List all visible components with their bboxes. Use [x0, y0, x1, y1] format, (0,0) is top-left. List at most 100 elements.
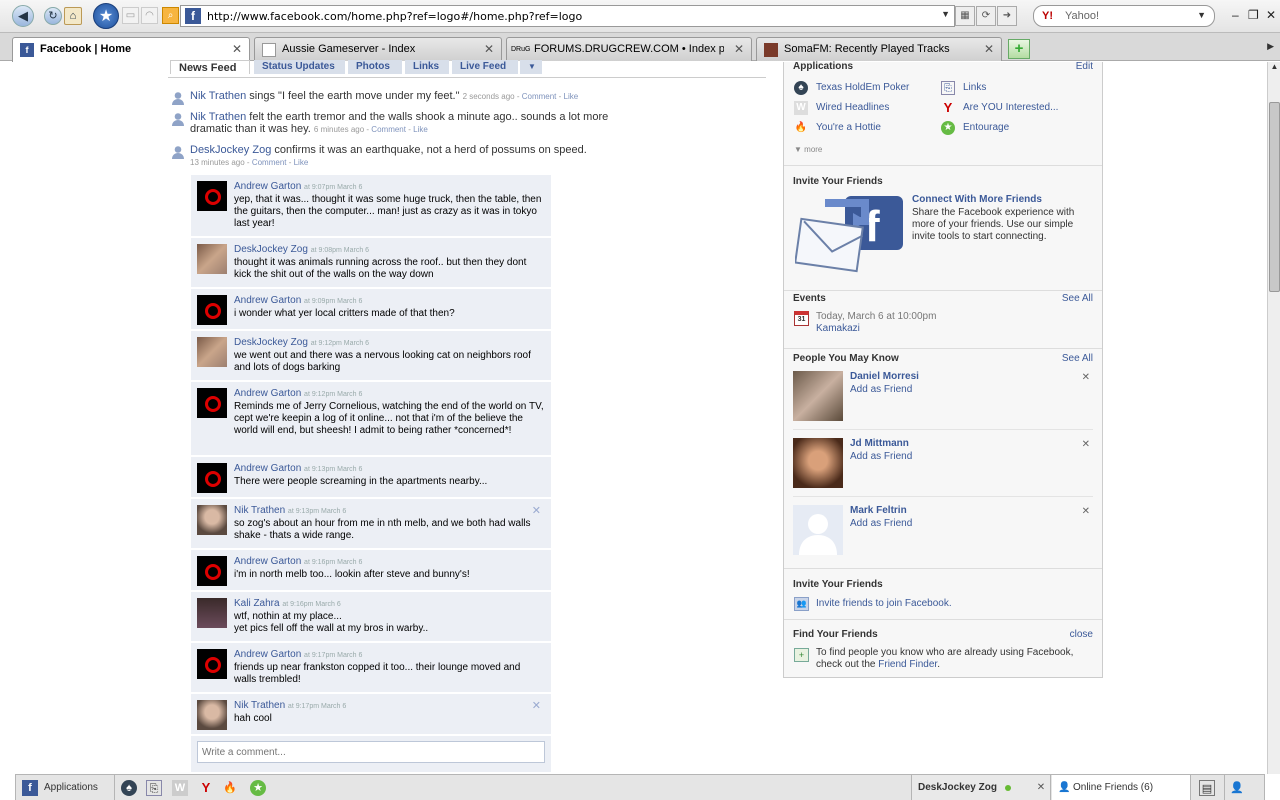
page-scrollbar[interactable]: ▲: [1267, 62, 1280, 774]
poker-chip-icon[interactable]: ♠: [121, 780, 137, 796]
avatar[interactable]: [197, 598, 227, 628]
like-link[interactable]: Like: [413, 125, 428, 134]
minimize-icon[interactable]: –: [1232, 8, 1239, 22]
close-icon[interactable]: ✕: [484, 42, 494, 56]
avatar[interactable]: [197, 700, 227, 730]
online-friends-button[interactable]: 👤 Online Friends (6): [1052, 775, 1190, 800]
like-link[interactable]: Like: [294, 158, 309, 167]
comment-author-link[interactable]: DeskJockey Zog: [234, 244, 308, 255]
search-input[interactable]: Y! Yahoo! ▼: [1033, 5, 1215, 27]
comment-author-link[interactable]: Andrew Garton: [234, 295, 301, 306]
story-author-link[interactable]: Nik Trathen: [190, 111, 246, 123]
avatar[interactable]: [197, 556, 227, 586]
friend-online-icon[interactable]: 👤: [1229, 780, 1245, 796]
dismiss-icon[interactable]: ✕: [1082, 506, 1090, 517]
chat-options-icon[interactable]: ▤: [1199, 780, 1215, 796]
comment-link[interactable]: Comment: [371, 125, 406, 134]
avatar[interactable]: [197, 295, 227, 325]
add-as-friend-link[interactable]: Add as Friend: [850, 518, 912, 529]
write-comment-input[interactable]: [197, 741, 545, 763]
tab-photos[interactable]: Photos: [348, 60, 402, 74]
scroll-up-icon[interactable]: ▲: [1268, 62, 1280, 76]
refresh-icon[interactable]: ↻: [44, 7, 62, 25]
tab-status-updates[interactable]: Status Updates: [254, 60, 345, 74]
restore-icon[interactable]: ❐: [1248, 8, 1259, 22]
tab-drugcrew-forums[interactable]: DRuG FORUMS.DRUGCREW.COM • Index p... ✕: [506, 37, 752, 61]
tab-aussie-gameserver[interactable]: Aussie Gameserver - Index ✕: [254, 37, 502, 61]
address-bar[interactable]: f http://www.facebook.com/home.php?ref=l…: [180, 5, 955, 27]
comment-link[interactable]: Comment: [252, 158, 287, 167]
favorites-star-icon[interactable]: ★: [93, 3, 119, 29]
feed-icon[interactable]: ◠: [141, 7, 158, 24]
are-you-interested-y-icon[interactable]: Y: [198, 780, 214, 796]
close-icon[interactable]: ✕: [1266, 8, 1276, 22]
pymk-see-all-link[interactable]: See All: [1062, 353, 1093, 364]
story-author-link[interactable]: Nik Trathen: [190, 90, 246, 102]
avatar[interactable]: [197, 337, 227, 367]
avatar[interactable]: [197, 244, 227, 274]
close-icon[interactable]: ✕: [984, 42, 994, 56]
comment-author-link[interactable]: DeskJockey Zog: [234, 337, 308, 348]
friend-finder-link[interactable]: Friend Finder: [878, 659, 937, 670]
close-find-friends-link[interactable]: close: [1070, 629, 1093, 640]
chevron-down-icon[interactable]: ▼: [941, 9, 950, 19]
flame-icon[interactable]: 🔥: [222, 780, 238, 796]
person-name-link[interactable]: Jd Mittmann: [850, 438, 909, 449]
person-name-link[interactable]: Mark Feltrin: [850, 505, 907, 516]
events-see-all-link[interactable]: See All: [1062, 293, 1093, 304]
connect-friends-heading[interactable]: Connect With More Friends: [912, 194, 1042, 205]
close-icon[interactable]: ✕: [1033, 780, 1049, 796]
chevron-right-icon[interactable]: ▶: [1267, 41, 1274, 52]
tab-facebook[interactable]: f Facebook | Home ✕: [12, 37, 250, 62]
person-photo[interactable]: [793, 371, 843, 421]
add-as-friend-link[interactable]: Add as Friend: [850, 384, 912, 395]
comment-author-link[interactable]: Andrew Garton: [234, 649, 301, 660]
story-author-link[interactable]: DeskJockey Zog: [190, 144, 271, 156]
delete-comment-icon[interactable]: ✕: [532, 699, 541, 712]
zoom-icon[interactable]: ⌕: [162, 7, 179, 24]
close-icon[interactable]: ✕: [232, 42, 242, 56]
more-applications-link[interactable]: ▼ more: [794, 145, 822, 154]
delete-comment-icon[interactable]: ✕: [532, 504, 541, 517]
comment-author-link[interactable]: Andrew Garton: [234, 556, 301, 567]
new-tab-button[interactable]: +: [1008, 39, 1030, 59]
dismiss-icon[interactable]: ✕: [1082, 372, 1090, 383]
home-icon[interactable]: ⌂: [64, 7, 82, 25]
feed-tabs-more-icon[interactable]: ▼: [520, 60, 542, 74]
default-profile-silhouette-icon[interactable]: [793, 505, 843, 555]
close-icon[interactable]: ✕: [734, 42, 744, 56]
avatar[interactable]: [197, 181, 227, 211]
chat-user-tab[interactable]: DeskJockey Zog: [912, 775, 1050, 800]
comment-author-link[interactable]: Andrew Garton: [234, 463, 301, 474]
edit-applications-link[interactable]: Edit: [1076, 61, 1093, 72]
go-icon[interactable]: ➜: [997, 6, 1017, 26]
avatar[interactable]: [197, 649, 227, 679]
comment-author-link[interactable]: Andrew Garton: [234, 181, 301, 192]
entourage-star-icon[interactable]: ★: [250, 780, 266, 796]
avatar[interactable]: [197, 388, 227, 418]
like-link[interactable]: Like: [564, 92, 579, 101]
comment-author-link[interactable]: Kali Zahra: [234, 598, 280, 609]
invite-friends-link[interactable]: Invite friends to join Facebook.: [816, 598, 952, 609]
tab-somafm[interactable]: SomaFM: Recently Played Tracks ✕: [756, 37, 1002, 61]
event-name-link[interactable]: Kamakazi: [816, 323, 860, 334]
scroll-thumb[interactable]: [1269, 102, 1280, 292]
comment-author-link[interactable]: Nik Trathen: [234, 700, 285, 711]
comment-author-link[interactable]: Nik Trathen: [234, 505, 285, 516]
person-photo[interactable]: [793, 438, 843, 488]
tab-links[interactable]: Links: [405, 60, 449, 74]
compat-view-icon[interactable]: ▦: [955, 6, 975, 26]
stop-icon[interactable]: ⟳: [976, 6, 996, 26]
dismiss-icon[interactable]: ✕: [1082, 439, 1090, 450]
back-icon[interactable]: ◀: [12, 5, 34, 27]
comment-link[interactable]: Comment: [522, 92, 557, 101]
person-name-link[interactable]: Daniel Morresi: [850, 371, 919, 382]
add-as-friend-link[interactable]: Add as Friend: [850, 451, 912, 462]
applications-menu-button[interactable]: f Applications: [20, 775, 110, 800]
chevron-down-icon[interactable]: ▼: [1197, 10, 1206, 20]
wired-w-icon[interactable]: W: [172, 780, 188, 796]
comment-author-link[interactable]: Andrew Garton: [234, 388, 301, 399]
avatar[interactable]: [197, 505, 227, 535]
links-icon[interactable]: ⎘: [146, 780, 162, 796]
print-icon[interactable]: ▭: [122, 7, 139, 24]
